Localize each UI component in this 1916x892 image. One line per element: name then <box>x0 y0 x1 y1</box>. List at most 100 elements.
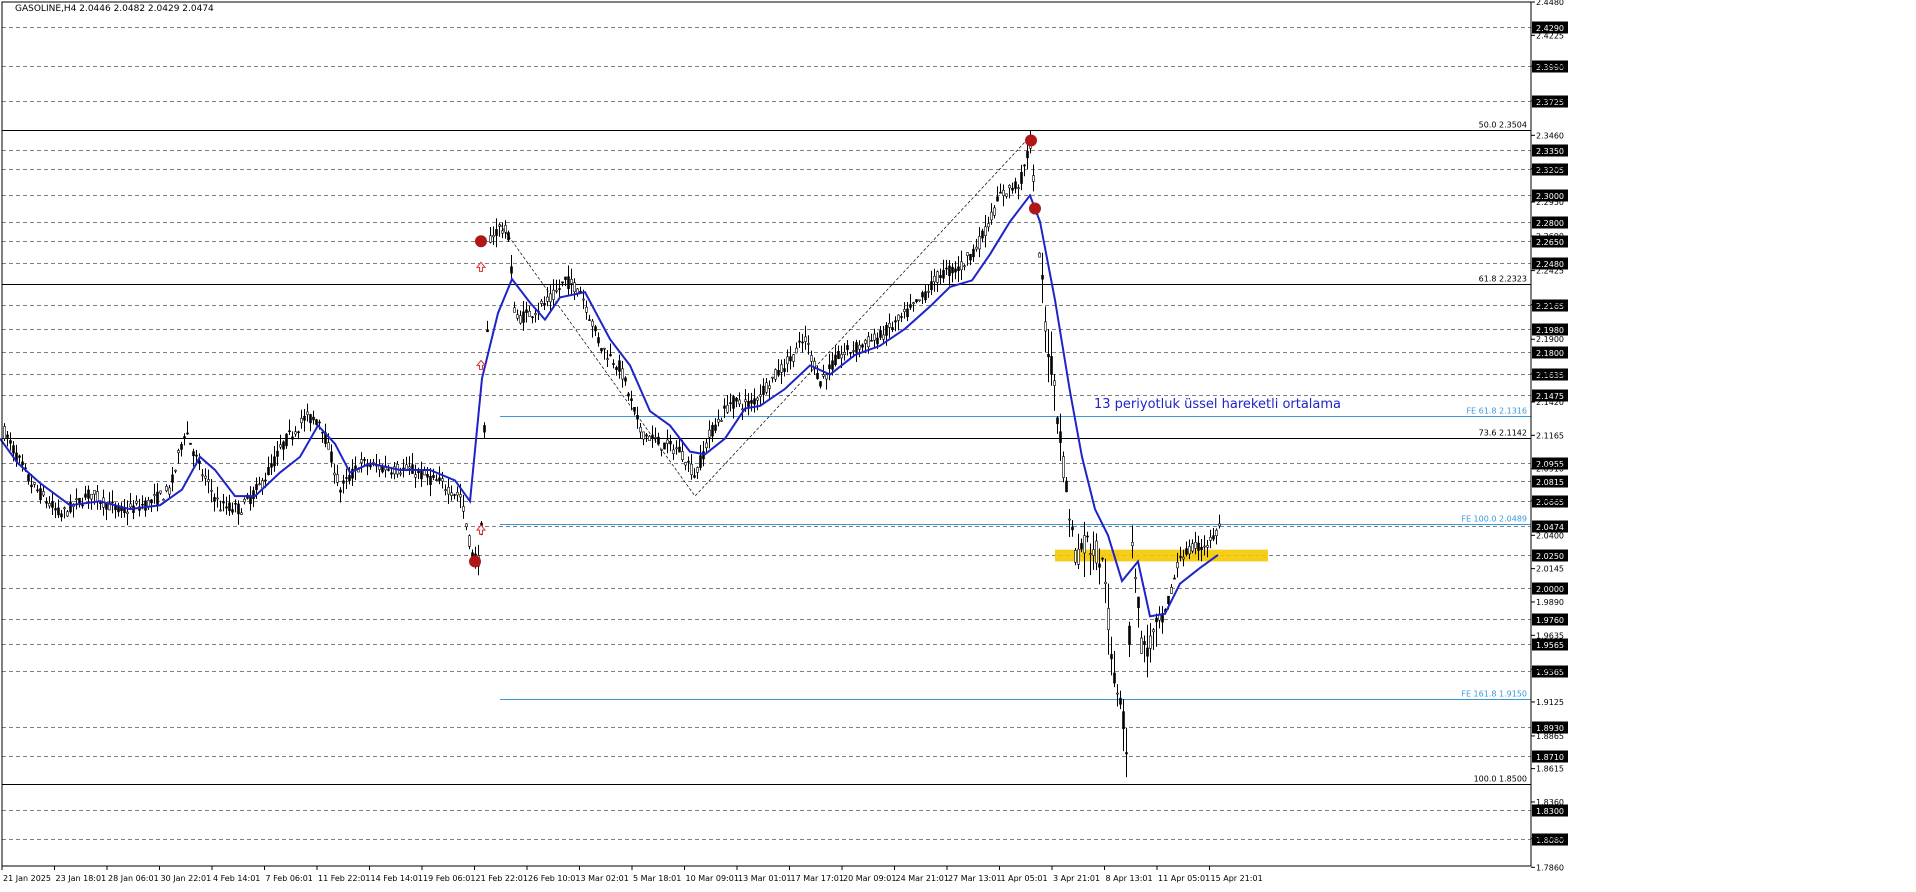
candle-body <box>12 445 15 454</box>
price-level-label: 2.0815 <box>1536 478 1564 487</box>
candle-body <box>828 364 831 370</box>
candle-body <box>195 454 198 457</box>
candle-body <box>1209 537 1212 541</box>
candle-body <box>1191 543 1194 552</box>
candle-body <box>1206 545 1209 548</box>
candle-body <box>819 381 822 387</box>
candle-body <box>69 501 72 513</box>
candle-body <box>465 523 468 528</box>
candle-body <box>639 426 642 433</box>
x-tick-label: 27 Mar 13:01 <box>948 874 1001 883</box>
candle-body <box>774 369 777 380</box>
candle-body <box>696 467 699 473</box>
candle-body <box>681 451 684 460</box>
price-level-label: 1.9760 <box>1536 616 1564 625</box>
candle-body <box>756 397 759 401</box>
candle-body <box>420 470 423 480</box>
fib-label: 100.0 1.8500 <box>1474 775 1527 784</box>
candle-body <box>993 207 996 216</box>
y-tick-label: 1.9125 <box>1536 698 1564 707</box>
x-tick-label: 24 Mar 21:01 <box>896 874 949 883</box>
candle-body <box>963 265 966 268</box>
candle-body <box>258 483 261 486</box>
candle-body <box>594 326 597 332</box>
candle-body <box>456 492 459 496</box>
candle-body <box>855 342 858 353</box>
candle-body <box>1185 548 1188 555</box>
candle-body <box>1119 697 1122 705</box>
x-tick-label: 1 Apr 05:01 <box>1001 874 1048 883</box>
candle-body <box>936 271 939 283</box>
candle-body <box>495 228 498 236</box>
candle-body <box>720 420 723 422</box>
candle-body <box>1182 556 1185 560</box>
candle-body <box>903 309 906 312</box>
candle-body <box>675 447 678 450</box>
candle-body <box>891 327 894 330</box>
y-tick-label: 1.8865 <box>1536 732 1564 741</box>
candle-body <box>951 266 954 274</box>
candle-body <box>168 487 171 495</box>
candle-body <box>486 329 489 333</box>
candle-body <box>762 385 765 395</box>
candle-body <box>702 451 705 460</box>
candle-body <box>912 302 915 304</box>
candle-body <box>513 307 516 313</box>
candle-body <box>1188 546 1191 555</box>
candle-body <box>708 429 711 438</box>
candle-body <box>633 407 636 412</box>
price-chart[interactable]: 50.0 2.3504 61.8 2.2323 73.6 2.1142 100.0 1… <box>0 0 1916 888</box>
signal-dot <box>1029 202 1041 215</box>
candle-body <box>927 290 930 293</box>
candle-body <box>672 449 675 455</box>
candle-body <box>900 316 903 318</box>
candle-body <box>342 480 345 484</box>
plot-frame <box>1 1 1532 867</box>
support-zone <box>1055 549 1268 562</box>
candle-body <box>969 254 972 261</box>
candle-body <box>978 236 981 250</box>
y-tick-label: 2.4225 <box>1536 31 1564 40</box>
ema-13-line <box>0 193 1219 618</box>
candle-body <box>159 490 162 494</box>
candle-body <box>1008 185 1011 189</box>
candle-body <box>873 333 876 341</box>
candle-body <box>792 354 795 362</box>
candle-body <box>642 431 645 440</box>
candle-body <box>984 226 987 236</box>
candle-body <box>42 491 45 496</box>
candle-body <box>57 507 60 516</box>
ema-line-group <box>0 193 1219 618</box>
candle-body <box>318 421 321 424</box>
candle-body <box>504 225 507 233</box>
candle-body <box>96 491 99 503</box>
candle-body <box>687 461 690 463</box>
candle-body <box>1005 193 1008 197</box>
candle-body <box>189 442 192 445</box>
candle-body <box>747 400 750 407</box>
candle-body <box>735 397 738 402</box>
candle-body <box>609 354 612 357</box>
candle-body <box>282 441 285 450</box>
candle-body <box>1050 356 1053 375</box>
candle-body <box>21 461 24 466</box>
candle-body <box>1056 417 1059 425</box>
chart-container[interactable]: 50.0 2.3504 61.8 2.2323 73.6 2.1142 100.0 1… <box>0 0 1916 888</box>
candle-body <box>39 488 42 501</box>
candle-body <box>408 466 411 469</box>
candle-body <box>966 252 969 256</box>
candle-body <box>717 419 720 423</box>
candle-body <box>444 489 447 491</box>
candle-body <box>45 501 48 504</box>
candle-body <box>954 268 957 273</box>
candle-body <box>1104 581 1107 584</box>
candle-body <box>336 474 339 483</box>
candle-body <box>714 424 717 431</box>
candle-body <box>213 497 216 502</box>
candle-body <box>126 511 129 514</box>
candle-body <box>657 436 660 445</box>
candle-body <box>612 363 615 365</box>
candle-body <box>837 351 840 359</box>
candle-body <box>1071 526 1074 531</box>
candle-body <box>330 451 333 463</box>
